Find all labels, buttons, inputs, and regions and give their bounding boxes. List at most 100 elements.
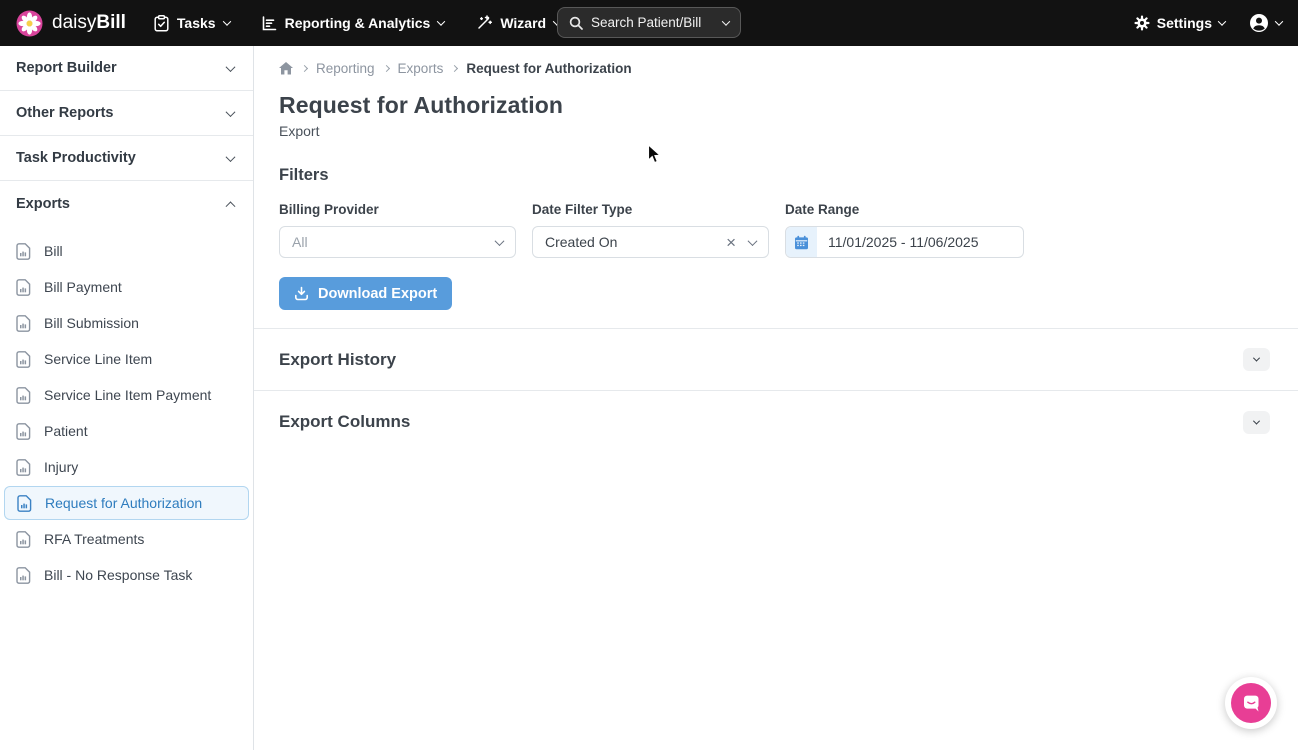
- chevron-down-icon: [748, 236, 758, 246]
- tasks-clipboard-icon: [154, 15, 169, 32]
- report-document-icon: [16, 567, 31, 584]
- page-title: Request for Authorization: [254, 92, 1298, 119]
- sidebar-item-service-line-item[interactable]: Service Line Item: [0, 341, 253, 377]
- search-label: Search Patient/Bill: [591, 15, 701, 30]
- sidebar-item-label: Bill: [44, 243, 63, 259]
- sidebar-item-request-for-authorization[interactable]: Request for Authorization: [4, 486, 249, 520]
- download-icon: [294, 286, 309, 301]
- main-nav: Tasks Reporting & Analytics: [154, 15, 560, 32]
- breadcrumb-exports[interactable]: Exports: [398, 61, 444, 76]
- report-document-icon: [16, 279, 31, 296]
- report-document-icon: [16, 459, 31, 476]
- chat-launcher[interactable]: [1225, 677, 1277, 729]
- sidebar-section-exports[interactable]: Exports: [0, 181, 253, 226]
- nav-tasks-label: Tasks: [177, 15, 216, 31]
- chevron-down-icon: [495, 236, 505, 246]
- export-columns-section: Export Columns: [254, 391, 1298, 453]
- date-range-label: Date Range: [785, 202, 1024, 217]
- sidebar-section-task-productivity[interactable]: Task Productivity: [0, 136, 253, 181]
- sidebar-item-injury[interactable]: Injury: [0, 449, 253, 485]
- export-columns-toggle-button[interactable]: [1243, 411, 1270, 434]
- report-document-icon: [16, 387, 31, 404]
- brand-name: daisyBill: [52, 12, 126, 34]
- exports-list: Bill Bill Payment Bill Submission Servic…: [0, 226, 253, 593]
- sidebar-item-bill-submission[interactable]: Bill Submission: [0, 305, 253, 341]
- chevron-down-icon: [1218, 17, 1226, 25]
- chevron-down-icon: [222, 17, 230, 25]
- global-search[interactable]: Search Patient/Bill: [557, 7, 741, 38]
- report-document-icon: [16, 243, 31, 260]
- sidebar-item-patient[interactable]: Patient: [0, 413, 253, 449]
- main-content: Reporting Exports Request for Authorizat…: [254, 46, 1298, 750]
- sidebar-item-label: Request for Authorization: [45, 495, 202, 511]
- user-menu[interactable]: [1249, 13, 1282, 33]
- billing-provider-select[interactable]: All: [279, 226, 516, 258]
- sidebar-item-bill[interactable]: Bill: [0, 233, 253, 269]
- chevron-down-icon: [226, 152, 236, 162]
- breadcrumb: Reporting Exports Request for Authorizat…: [254, 46, 1298, 76]
- chevron-down-icon: [1275, 17, 1283, 25]
- chevron-down-icon: [722, 17, 730, 25]
- section-label: Task Productivity: [16, 150, 136, 166]
- date-range-field: Date Range: [785, 202, 1024, 258]
- billing-provider-field: Billing Provider All: [279, 202, 516, 258]
- nav-reporting-analytics[interactable]: Reporting & Analytics: [262, 15, 445, 31]
- chevron-down-icon: [226, 107, 236, 117]
- bar-chart-icon: [262, 16, 277, 31]
- report-document-icon: [17, 495, 32, 512]
- clear-icon[interactable]: ×: [726, 234, 736, 251]
- report-document-icon: [16, 531, 31, 548]
- download-export-label: Download Export: [318, 286, 437, 302]
- breadcrumb-current: Request for Authorization: [466, 61, 631, 76]
- section-label: Report Builder: [16, 60, 117, 76]
- sidebar-item-label: Patient: [44, 423, 88, 439]
- section-label: Other Reports: [16, 105, 114, 121]
- export-history-section: Export History: [254, 329, 1298, 391]
- sidebar: Report Builder Other Reports Task Produc…: [0, 46, 254, 750]
- breadcrumb-separator: [301, 65, 308, 72]
- download-export-button[interactable]: Download Export: [279, 277, 452, 310]
- breadcrumb-separator: [383, 65, 390, 72]
- nav-reporting-label: Reporting & Analytics: [285, 15, 431, 31]
- sidebar-item-label: RFA Treatments: [44, 531, 144, 547]
- user-avatar-icon: [1249, 13, 1269, 33]
- sidebar-item-label: Injury: [44, 459, 78, 475]
- export-columns-title: Export Columns: [279, 412, 410, 432]
- sidebar-section-other-reports[interactable]: Other Reports: [0, 91, 253, 136]
- sidebar-item-service-line-item-payment[interactable]: Service Line Item Payment: [0, 377, 253, 413]
- page-subtitle: Export: [254, 123, 1298, 139]
- calendar-icon: [786, 227, 817, 257]
- breadcrumb-reporting[interactable]: Reporting: [316, 61, 375, 76]
- search-icon: [569, 16, 583, 30]
- sidebar-item-label: Bill - No Response Task: [44, 567, 192, 583]
- sidebar-item-rfa-treatments[interactable]: RFA Treatments: [0, 521, 253, 557]
- brand-logo[interactable]: daisyBill: [16, 10, 126, 37]
- sidebar-section-report-builder[interactable]: Report Builder: [0, 46, 253, 91]
- chevron-down-icon: [1253, 417, 1260, 424]
- report-document-icon: [16, 315, 31, 332]
- date-range-value: 11/01/2025 - 11/06/2025: [817, 234, 979, 250]
- filters-row: Billing Provider All Date Filter Type Cr…: [254, 202, 1298, 258]
- settings-menu[interactable]: Settings: [1134, 15, 1225, 31]
- magic-wand-icon: [476, 15, 492, 31]
- chevron-down-icon: [1253, 355, 1260, 362]
- nav-wizard[interactable]: Wizard: [476, 15, 560, 31]
- date-filter-type-label: Date Filter Type: [532, 202, 769, 217]
- settings-label: Settings: [1157, 15, 1212, 31]
- sidebar-item-bill-no-response-task[interactable]: Bill - No Response Task: [0, 557, 253, 593]
- sidebar-item-label: Service Line Item: [44, 351, 152, 367]
- home-icon[interactable]: [279, 62, 293, 75]
- report-document-icon: [16, 351, 31, 368]
- sidebar-item-label: Bill Submission: [44, 315, 139, 331]
- section-label: Exports: [16, 196, 70, 212]
- date-filter-type-select[interactable]: Created On ×: [532, 226, 769, 258]
- report-document-icon: [16, 423, 31, 440]
- gear-icon: [1134, 15, 1150, 31]
- sidebar-item-label: Service Line Item Payment: [44, 387, 211, 403]
- topbar: daisyBill Tasks Re: [0, 0, 1298, 46]
- export-history-toggle-button[interactable]: [1243, 348, 1270, 371]
- nav-tasks[interactable]: Tasks: [154, 15, 230, 32]
- topbar-right: Settings: [1134, 13, 1282, 33]
- date-range-input[interactable]: 11/01/2025 - 11/06/2025: [785, 226, 1024, 258]
- sidebar-item-bill-payment[interactable]: Bill Payment: [0, 269, 253, 305]
